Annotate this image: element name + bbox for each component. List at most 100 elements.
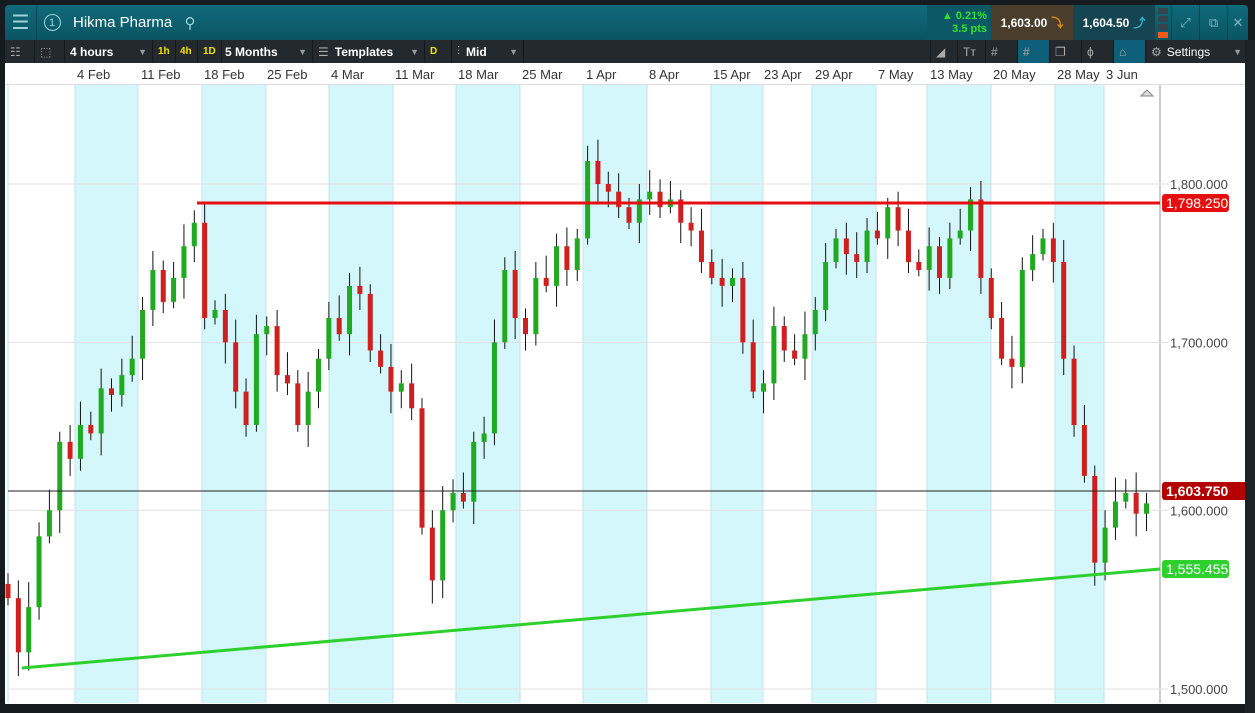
candle-down: [781, 326, 787, 351]
candle-down: [243, 391, 249, 426]
candle-up: [502, 269, 508, 343]
candle-down: [5, 583, 11, 599]
candle-down: [719, 277, 725, 286]
candle-down: [698, 230, 704, 263]
price-chart[interactable]: 1,800.000 1,700.000 1,600.000 1,500.000 1,79…: [0, 0, 1255, 713]
candle-up: [1112, 501, 1118, 528]
candle-down: [419, 408, 425, 528]
candle-down: [1133, 493, 1139, 514]
candle-up: [730, 277, 735, 286]
candle-down: [160, 269, 166, 302]
candle-up: [264, 326, 270, 335]
candle-up: [181, 246, 187, 278]
candle-up: [533, 277, 539, 335]
candle-down: [15, 598, 21, 653]
candle-up: [398, 383, 404, 392]
candle-down: [388, 366, 394, 392]
candle-down: [988, 277, 994, 318]
candle-up: [305, 391, 311, 426]
candle-up: [57, 441, 63, 511]
candle-down: [792, 350, 798, 359]
candle-up: [316, 358, 321, 392]
candle-up: [926, 246, 932, 270]
candle-down: [605, 184, 611, 192]
week-band: [927, 85, 991, 703]
candle-up: [1144, 503, 1149, 514]
candle-up: [140, 309, 146, 359]
candle-up: [326, 317, 332, 359]
candle-down: [378, 350, 384, 367]
candle-down: [233, 342, 239, 392]
candle-up: [191, 222, 197, 247]
candle-down: [88, 425, 94, 434]
week-band: [812, 85, 876, 703]
candle-down: [564, 246, 570, 270]
current-price-label: 1,603.750: [1166, 483, 1228, 499]
candle-down: [1081, 425, 1087, 476]
candle-down: [895, 207, 901, 231]
candle-down: [688, 222, 694, 231]
candle-up: [347, 285, 353, 335]
candle-down: [709, 262, 715, 278]
candle-up: [481, 433, 487, 442]
candle-up: [947, 238, 953, 278]
candle-down: [1050, 238, 1056, 263]
candle-down: [336, 317, 342, 335]
week-band: [329, 85, 393, 703]
y-tick-label: 1,600.000: [1170, 503, 1228, 518]
candle-up: [1123, 493, 1129, 502]
candle-down: [284, 375, 290, 384]
candle-up: [471, 441, 477, 502]
candle-down: [523, 317, 528, 335]
week-band: [583, 85, 647, 703]
candle-down: [999, 317, 1005, 359]
candle-down: [874, 230, 880, 239]
candle-down: [460, 493, 466, 502]
candle-up: [574, 238, 580, 270]
candle-up: [77, 425, 83, 459]
candle-up: [129, 358, 135, 376]
candle-down: [295, 383, 301, 426]
candle-down: [595, 161, 601, 184]
candle-up: [440, 510, 446, 581]
candle-down: [512, 269, 518, 318]
candle-up: [1030, 254, 1036, 270]
candle-up: [833, 238, 839, 263]
y-tick-label: 1,700.000: [1170, 335, 1228, 350]
candle-down: [750, 342, 756, 392]
candle-down: [1071, 358, 1077, 426]
candle-down: [657, 191, 663, 208]
candle-down: [429, 527, 435, 581]
candle-up: [812, 309, 818, 335]
candle-up: [957, 230, 963, 239]
candle-up: [119, 375, 125, 395]
candle-up: [823, 262, 829, 310]
window-edge: [1245, 40, 1255, 713]
candle-up: [1102, 527, 1108, 563]
candle-down: [202, 222, 208, 318]
week-band: [711, 85, 763, 703]
candle-up: [1040, 238, 1046, 255]
week-band: [456, 85, 520, 703]
candle-up: [802, 334, 808, 359]
candle-down: [843, 238, 849, 255]
resistance-price-label: 1,798.250: [1166, 195, 1228, 211]
candle-down: [1061, 262, 1067, 359]
candle-down: [937, 246, 942, 278]
candle-up: [171, 277, 177, 302]
y-tick-label: 1,500.000: [1170, 682, 1228, 697]
candle-down: [905, 230, 911, 263]
candle-down: [978, 199, 984, 278]
candle-down: [67, 441, 73, 459]
candle-up: [761, 383, 767, 392]
candle-down: [1009, 358, 1015, 367]
candle-up: [491, 342, 497, 434]
candle-down: [543, 277, 549, 286]
candle-down: [409, 383, 415, 409]
candle-up: [554, 246, 560, 286]
candle-up: [585, 161, 591, 239]
candle-down: [367, 293, 373, 351]
candle-down: [916, 262, 922, 270]
candle-down: [222, 309, 228, 343]
candle-down: [357, 285, 363, 294]
